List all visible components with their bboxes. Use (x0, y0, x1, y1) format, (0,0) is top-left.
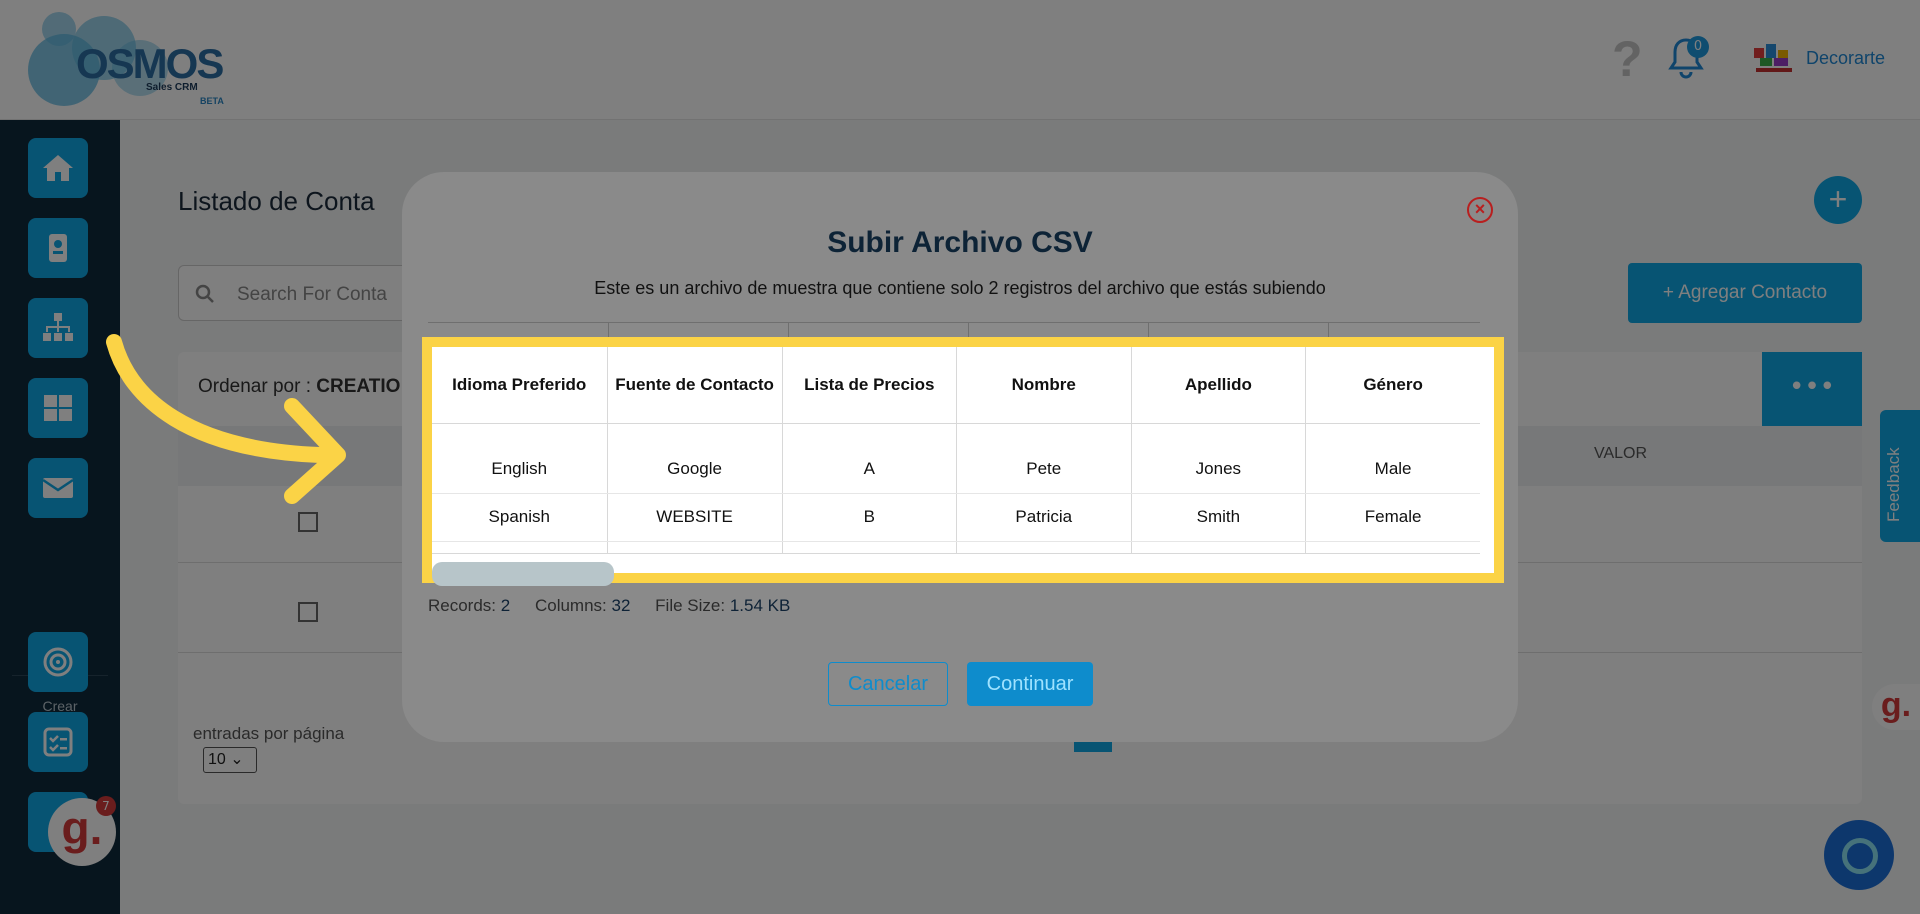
table-cell: WEBSITE (607, 493, 783, 542)
columns-label: Columns: (534, 596, 607, 615)
column-header: Nombre (956, 347, 1132, 424)
column-header: Género (1305, 347, 1480, 424)
table-cell: Pete (956, 423, 1132, 494)
table-cell (956, 541, 1132, 554)
column-header: Lista de Precios (782, 347, 958, 424)
continue-button[interactable]: Continuar (967, 662, 1093, 706)
table-top-edge (428, 322, 1480, 337)
column-header: Idioma Preferido (432, 347, 608, 424)
table-horizontal-scrollbar[interactable] (432, 562, 614, 586)
modal-description: Este es un archivo de muestra que contie… (594, 278, 1326, 298)
cancel-button[interactable]: Cancelar (828, 662, 948, 706)
modal-title: Subir Archivo CSV (827, 226, 1093, 259)
table-cell: Google (607, 423, 783, 494)
annotation-arrow-icon (106, 334, 346, 504)
filesize-value: 1.54 KB (729, 596, 791, 615)
table-row (432, 541, 1480, 554)
table-cell: Jones (1131, 423, 1307, 494)
file-info: Records: 2 Columns: 32 File Size: 1.54 K… (428, 596, 790, 616)
table-cell (607, 541, 783, 554)
table-cell: B (782, 493, 958, 542)
table-cell: English (432, 423, 608, 494)
column-header: Apellido (1131, 347, 1307, 424)
table-cell (1131, 541, 1307, 554)
records-value: 2 (500, 596, 511, 615)
table-cell (1305, 541, 1480, 554)
table-cell: A (782, 423, 958, 494)
table-cell: Male (1305, 423, 1480, 494)
table-cell (782, 541, 958, 554)
table-row: English Google A Pete Jones Male (432, 423, 1480, 494)
close-icon[interactable]: × (1467, 197, 1493, 223)
table-cell (432, 541, 608, 554)
records-label: Records: (428, 596, 497, 615)
filesize-label: File Size: (655, 596, 726, 615)
csv-preview-table: Idioma Preferido Fuente de Contacto List… (432, 347, 1480, 554)
columns-value: 32 (611, 596, 631, 615)
table-cell: Smith (1131, 493, 1307, 542)
table-cell: Female (1305, 493, 1480, 542)
column-header: Fuente de Contacto (607, 347, 783, 424)
table-cell: Patricia (956, 493, 1132, 542)
table-cell: Spanish (432, 493, 608, 542)
table-row: Spanish WEBSITE B Patricia Smith Female (432, 493, 1480, 542)
